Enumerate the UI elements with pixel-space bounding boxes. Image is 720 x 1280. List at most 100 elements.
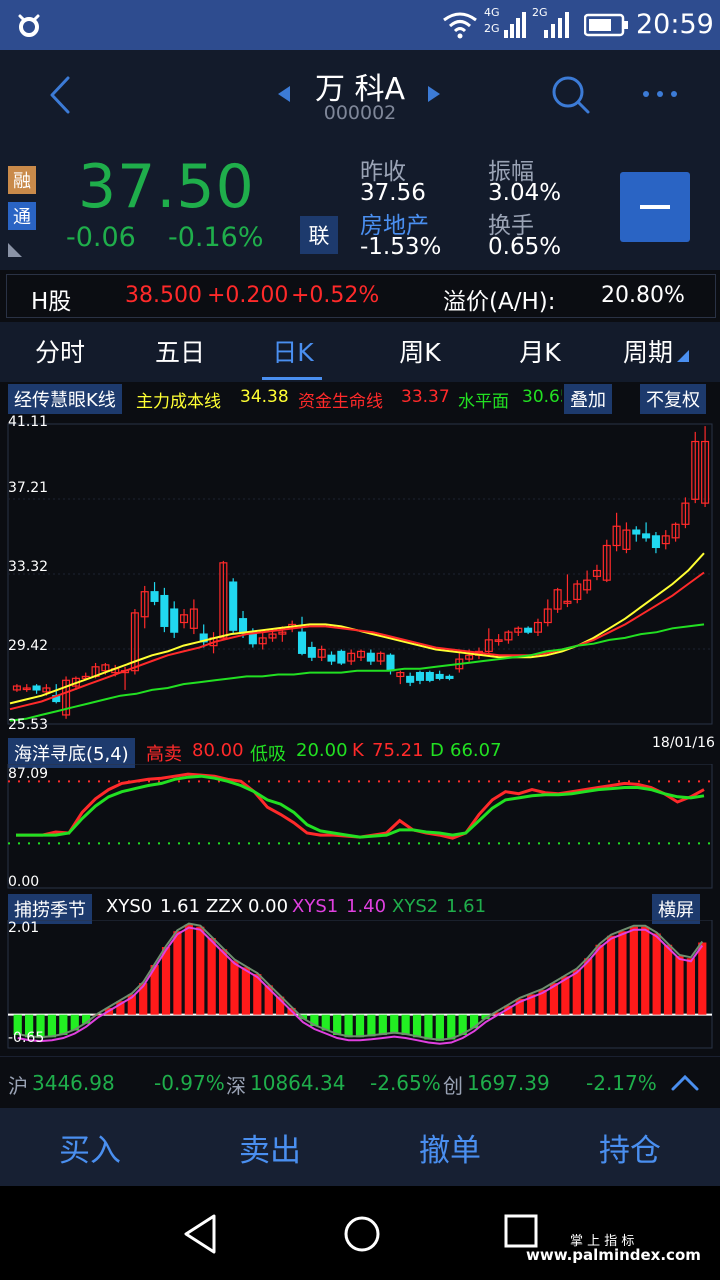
system-nav-bar: 掌 上 指 标 www.palmindex.com	[0, 1186, 720, 1280]
candle-body	[435, 673, 444, 679]
season-bar	[196, 926, 205, 1015]
tab-period[interactable]: 周期	[596, 322, 716, 380]
kdj-buy-label: 低吸	[250, 744, 286, 765]
season-indicator-header: 捕捞季节 XYS0 1.61 ZZX 0.00 XYS1 1.40 XYS2 1…	[0, 894, 720, 924]
h-share-pct: +0.52%	[291, 283, 380, 308]
candle-body	[366, 652, 375, 662]
kdj-k-label: K	[352, 740, 364, 761]
price-change: -0.06	[66, 222, 136, 253]
h-share-price: 38.500	[125, 283, 202, 308]
tab-monthly-k[interactable]: 月K	[480, 322, 600, 380]
battery-icon	[583, 13, 630, 37]
period-tabs: 分时 五日 日K 周K 月K 周期	[0, 322, 720, 382]
candle-body	[297, 631, 307, 654]
season-bar	[367, 1014, 376, 1037]
season-bar	[424, 1014, 433, 1040]
life-line-label: 资金生命线	[298, 392, 383, 412]
cy-label: 创	[443, 1074, 463, 1098]
remove-watchlist-button[interactable]	[620, 172, 690, 242]
xys0-value: 1.61	[160, 896, 201, 917]
no-adjust-button[interactable]: 不复权	[640, 384, 706, 414]
index-ticker[interactable]: 沪 3446.98 -0.97% 深 10864.34 -2.65% 创 169…	[0, 1056, 720, 1109]
season-bar	[218, 949, 228, 1015]
kline-axis-3: 33.32	[8, 559, 49, 575]
expand-up-icon[interactable]	[670, 1069, 700, 1095]
tab-weekly-k[interactable]: 周K	[360, 322, 480, 380]
status-time: 20:59	[636, 9, 714, 40]
season-bar	[698, 942, 707, 1015]
nav-home-icon[interactable]	[338, 1210, 386, 1258]
sh-pct: -0.97%	[154, 1071, 225, 1095]
life-line-value: 33.37	[401, 387, 450, 407]
dropdown-triangle-icon	[677, 350, 689, 362]
candle-body	[386, 654, 395, 672]
season-bar	[390, 1014, 399, 1034]
prev-stock-arrow-icon[interactable]	[276, 84, 292, 104]
candle-body	[642, 533, 651, 539]
current-price: 37.50	[78, 152, 255, 222]
season-bar	[47, 1014, 57, 1038]
level-line-label: 水平面	[458, 392, 509, 412]
connect-badge: 通	[8, 202, 36, 230]
sz-value: 10864.34	[250, 1071, 346, 1095]
season-bar	[241, 967, 251, 1015]
level-line-value: 30.65	[522, 387, 562, 407]
back-button[interactable]	[40, 70, 80, 120]
candle-body	[238, 618, 248, 633]
active-tab-indicator	[262, 377, 322, 380]
candle-body	[160, 594, 169, 627]
minus-icon	[640, 205, 670, 209]
overlay-button[interactable]: 叠加	[564, 384, 612, 414]
next-stock-arrow-icon[interactable]	[426, 84, 442, 104]
cy-value: 1697.39	[467, 1071, 550, 1095]
season-bar	[447, 1014, 456, 1040]
candle-body	[337, 650, 346, 664]
kdj-sell-label: 高卖	[146, 744, 182, 765]
tab-five-day[interactable]: 五日	[120, 322, 240, 380]
sh-value: 3446.98	[32, 1071, 115, 1095]
nav-back-icon[interactable]	[178, 1210, 226, 1258]
stock-code: 000002	[323, 102, 397, 124]
cy-pct: -2.17%	[586, 1071, 657, 1095]
cost-line-label: 主力成本线	[136, 392, 221, 412]
kdj-axis-min: 0.00	[8, 874, 40, 890]
xys0-label: XYS0	[106, 896, 153, 917]
more-icon[interactable]	[640, 84, 680, 104]
kdj-chart[interactable]	[0, 764, 720, 890]
season-bar	[173, 931, 182, 1015]
candle-body	[406, 675, 415, 683]
kline-chart[interactable]	[0, 412, 720, 734]
season-bar	[401, 1014, 410, 1035]
season-bar	[595, 944, 604, 1015]
tab-intraday[interactable]: 分时	[0, 322, 120, 380]
candle-body	[170, 608, 179, 633]
season-bar	[207, 937, 216, 1015]
season-chart[interactable]	[0, 920, 720, 1050]
tab-daily-k[interactable]: 日K	[233, 322, 353, 380]
candle-body	[32, 685, 41, 691]
sell-button[interactable]: 卖出	[180, 1108, 360, 1186]
sz-pct: -2.65%	[370, 1071, 441, 1095]
amplitude-value: 3.04%	[488, 180, 562, 206]
season-bar	[230, 960, 239, 1015]
positions-button[interactable]: 持仓	[540, 1108, 720, 1186]
season-bar	[184, 924, 193, 1015]
kline-axis-2: 37.21	[8, 480, 49, 496]
search-icon[interactable]	[548, 72, 592, 116]
kdj-sell-value: 80.00	[192, 740, 244, 761]
kdj-indicator-header: 海洋寻底(5,4) 高卖 80.00 低吸 20.00 K 75.21 D 66…	[0, 735, 720, 768]
season-axis-max: 2.01	[8, 920, 40, 936]
buy-button[interactable]: 买入	[0, 1108, 180, 1186]
kdj-frame	[7, 764, 713, 889]
premium-value: 20.80%	[601, 283, 685, 308]
kline-indicator-name[interactable]: 经传慧眼K线	[8, 384, 122, 414]
kline-axis-min: 25.53	[8, 717, 49, 733]
candle-body	[327, 654, 336, 662]
link-button[interactable]: 联	[300, 216, 338, 254]
cancel-order-button[interactable]: 撤单	[360, 1108, 540, 1186]
season-bar	[161, 947, 171, 1015]
xys1-value: 1.40	[346, 896, 387, 917]
candle-body	[425, 671, 434, 681]
season-bar	[344, 1014, 353, 1038]
season-bar	[652, 933, 661, 1015]
